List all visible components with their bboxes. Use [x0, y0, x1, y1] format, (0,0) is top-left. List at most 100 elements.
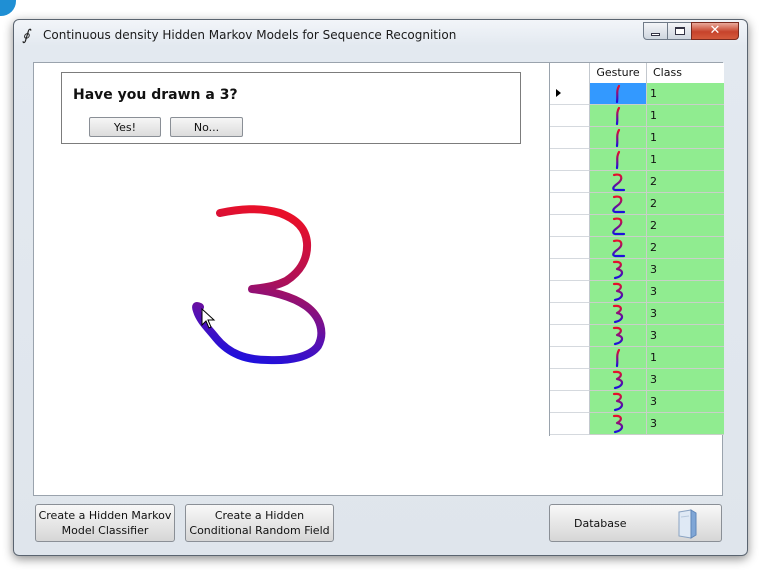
row-header[interactable] — [550, 83, 590, 105]
table-row[interactable]: 3 — [550, 369, 724, 391]
maximize-icon — [674, 27, 685, 35]
create-hcrf-button[interactable]: Create a Hidden Conditional Random Field — [185, 504, 334, 542]
row-header[interactable] — [550, 391, 590, 413]
gesture-cell[interactable] — [590, 105, 647, 127]
column-header-class[interactable]: Class — [647, 63, 724, 83]
digit-2-gesture-icon — [612, 217, 626, 236]
yes-button[interactable]: Yes! — [89, 117, 161, 137]
gesture-cell[interactable] — [590, 149, 647, 171]
gesture-cell[interactable] — [590, 193, 647, 215]
grid-header-row: Gesture Class — [550, 63, 724, 84]
table-row[interactable]: 1 — [550, 149, 724, 171]
close-button[interactable]: ✕ — [691, 22, 739, 40]
row-header[interactable] — [550, 325, 590, 347]
title-bar[interactable]: ∮ Continuous density Hidden Markov Model… — [14, 20, 747, 50]
table-row[interactable]: 3 — [550, 413, 724, 435]
class-cell[interactable]: 2 — [647, 171, 724, 193]
class-cell[interactable]: 2 — [647, 237, 724, 259]
table-row[interactable]: 1 — [550, 127, 724, 149]
digit-3-gesture-icon — [612, 414, 624, 434]
gesture-cell[interactable] — [590, 325, 647, 347]
app-integral-icon: ∮ — [22, 26, 30, 44]
minimize-button[interactable] — [643, 22, 668, 40]
digit-1-gesture-icon — [615, 348, 621, 368]
class-cell[interactable]: 3 — [647, 369, 724, 391]
digit-1-gesture-icon — [615, 128, 621, 148]
close-icon: ✕ — [709, 23, 721, 38]
class-cell[interactable]: 3 — [647, 303, 724, 325]
class-cell[interactable]: 3 — [647, 391, 724, 413]
gesture-cell[interactable] — [590, 303, 647, 325]
table-row[interactable]: 2 — [550, 193, 724, 215]
row-header-corner — [550, 63, 590, 83]
digit-3-gesture-icon — [612, 370, 624, 390]
class-cell[interactable]: 1 — [647, 149, 724, 171]
row-header[interactable] — [550, 413, 590, 435]
table-row[interactable]: 3 — [550, 259, 724, 281]
row-header[interactable] — [550, 127, 590, 149]
database-button[interactable]: Database — [549, 504, 722, 542]
create-hmm-classifier-button[interactable]: Create a Hidden Markov Model Classifier — [35, 504, 175, 542]
gesture-cell[interactable] — [590, 215, 647, 237]
row-header[interactable] — [550, 259, 590, 281]
maximize-button[interactable] — [667, 22, 692, 40]
row-header[interactable] — [550, 237, 590, 259]
row-header[interactable] — [550, 369, 590, 391]
class-cell[interactable]: 3 — [647, 259, 724, 281]
class-cell[interactable]: 3 — [647, 413, 724, 435]
digit-1-gesture-icon — [615, 150, 621, 170]
row-header[interactable] — [550, 193, 590, 215]
digit-3-gesture-icon — [612, 326, 624, 346]
table-row[interactable]: 1 — [550, 83, 724, 105]
row-header[interactable] — [550, 215, 590, 237]
window-title: Continuous density Hidden Markov Models … — [43, 28, 457, 42]
drawing-canvas[interactable]: Have you drawn a 3? Yes! No... — [34, 63, 550, 495]
class-cell[interactable]: 1 — [647, 347, 724, 369]
gesture-cell[interactable] — [590, 369, 647, 391]
main-window: ∮ Continuous density Hidden Markov Model… — [13, 19, 748, 556]
class-cell[interactable]: 3 — [647, 281, 724, 303]
digit-2-gesture-icon — [612, 195, 626, 214]
gesture-cell[interactable] — [590, 171, 647, 193]
row-header[interactable] — [550, 105, 590, 127]
table-row[interactable]: 3 — [550, 325, 724, 347]
row-header[interactable] — [550, 303, 590, 325]
table-row[interactable]: 3 — [550, 391, 724, 413]
gesture-cell[interactable] — [590, 281, 647, 303]
class-cell[interactable]: 2 — [647, 193, 724, 215]
digit-2-gesture-icon — [612, 173, 626, 192]
row-header[interactable] — [550, 149, 590, 171]
row-header[interactable] — [550, 347, 590, 369]
class-cell[interactable]: 3 — [647, 325, 724, 347]
digit-1-gesture-icon — [615, 84, 621, 104]
table-row[interactable]: 2 — [550, 171, 724, 193]
current-row-arrow-icon — [556, 89, 561, 97]
gesture-cell[interactable] — [590, 413, 647, 435]
client-area: Have you drawn a 3? Yes! No... Gesture C… — [33, 62, 724, 496]
table-row[interactable]: 3 — [550, 281, 724, 303]
class-cell[interactable]: 1 — [647, 105, 724, 127]
gesture-cell[interactable] — [590, 259, 647, 281]
digit-1-gesture-icon — [615, 106, 621, 126]
class-cell[interactable]: 1 — [647, 83, 724, 105]
table-row[interactable]: 3 — [550, 303, 724, 325]
gesture-cell[interactable] — [590, 83, 647, 105]
column-header-gesture[interactable]: Gesture — [590, 63, 647, 83]
digit-3-gesture-icon — [612, 260, 624, 280]
table-row[interactable]: 1 — [550, 347, 724, 369]
class-cell[interactable]: 2 — [647, 215, 724, 237]
gesture-cell[interactable] — [590, 347, 647, 369]
row-header[interactable] — [550, 281, 590, 303]
gesture-cell[interactable] — [590, 127, 647, 149]
class-cell[interactable]: 1 — [647, 127, 724, 149]
row-header[interactable] — [550, 171, 590, 193]
table-row[interactable]: 2 — [550, 237, 724, 259]
gesture-cell[interactable] — [590, 391, 647, 413]
database-button-label: Database — [574, 517, 627, 530]
no-button[interactable]: No... — [170, 117, 243, 137]
minimize-icon — [651, 32, 660, 36]
gesture-cell[interactable] — [590, 237, 647, 259]
table-row[interactable]: 1 — [550, 105, 724, 127]
table-row[interactable]: 2 — [550, 215, 724, 237]
gesture-database-grid[interactable]: Gesture Class 1111222233331333 — [549, 63, 724, 436]
